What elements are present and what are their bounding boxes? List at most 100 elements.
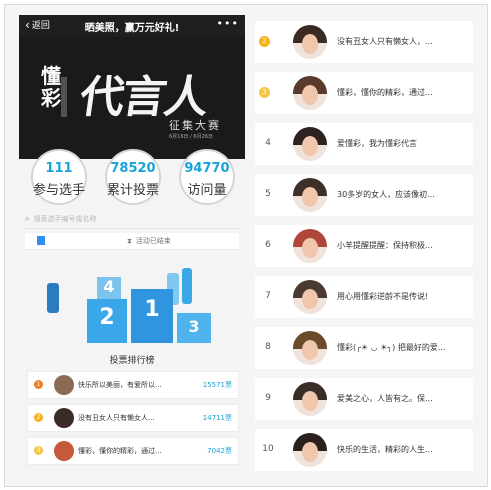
search-icon: ⌕ [25, 214, 30, 223]
rank-medal: 2 [34, 413, 43, 422]
banner-dates: 6月16日 / 6月26日 [169, 134, 213, 140]
podium-block-4: 4 [97, 277, 121, 299]
list-tab-icon[interactable] [37, 236, 45, 245]
podium-number: 3 [188, 317, 200, 336]
stat-total-votes: 78520 累计投票 [103, 149, 163, 205]
search-input[interactable]: ⌕ 搜索选手编号或名称 [25, 210, 239, 229]
vote-count: 7042票 [207, 447, 232, 455]
entry-text: 懂彩，懂你的精彩，通过... [78, 447, 162, 455]
figure-left [47, 283, 59, 313]
avatar-face [302, 442, 318, 462]
banner-headline: 代言人 [76, 72, 210, 123]
list-item[interactable]: 1 快乐所以美丽，有爱所以... 15571票 [27, 371, 239, 399]
entry-text: 快乐的生活，精彩的人生... [337, 445, 433, 454]
tab-bar: ⧗ 活动已结束 [25, 233, 239, 250]
list-item[interactable]: 2 没有丑女人只有懒女人... 14711票 [27, 404, 239, 432]
avatar [293, 127, 327, 161]
entry-text: 用心用懂彩逆龄不是传说! [337, 292, 429, 301]
stat-label: 累计投票 [106, 183, 159, 198]
entry-text: 爱美之心，人皆有之。保... [337, 394, 433, 403]
rank-number: 8 [265, 342, 271, 352]
rank-medal: 3 [34, 446, 43, 455]
avatar-face [302, 187, 318, 207]
stat-value: 78520 [110, 161, 156, 176]
rank-number: 4 [265, 138, 271, 148]
list-item[interactable]: 8 懂彩(╭☀ ◡ ☀╮) 把最好的爱... [255, 327, 473, 369]
rank-medal: 1 [34, 380, 43, 389]
avatar [293, 25, 327, 59]
avatar [293, 76, 327, 110]
more-icon[interactable]: ••• [217, 17, 239, 30]
list-item[interactable]: 9 爱美之心，人皆有之。保... [255, 378, 473, 420]
list-item[interactable]: 10 快乐的生活，精彩的人生... [255, 429, 473, 471]
left-phone-screen: ‹ 返回 晒美照，赢万元好礼! ••• 懂彩 代言人 征集大赛 6月16日 / … [19, 15, 245, 485]
rank-number: 6 [265, 240, 271, 250]
podium-number: 2 [99, 305, 115, 330]
entry-text: 快乐所以美丽，有爱所以... [78, 381, 162, 389]
list-item[interactable]: 5 30多岁的女人，应该像初... [255, 174, 473, 216]
list-item[interactable]: 6 小羊提醒提醒：保持积极... [255, 225, 473, 267]
stat-label: 参与选手 [32, 183, 85, 198]
vote-count: 15571票 [202, 381, 232, 389]
vote-count: 14711票 [202, 414, 232, 422]
entry-text: 没有丑女人只有懒女人，... [337, 37, 433, 46]
avatar [54, 441, 74, 461]
avatar-face [302, 340, 318, 360]
list-item[interactable]: 3 懂彩，懂你的精彩，通过... 7042票 [27, 437, 239, 465]
hourglass-icon: ⧗ [127, 236, 132, 245]
avatar-face [302, 238, 318, 258]
avatar [293, 331, 327, 365]
tab-ended-label: 活动已结束 [135, 237, 171, 245]
page-title: 晒美照，赢万元好礼! [84, 23, 180, 34]
avatar-face [302, 391, 318, 411]
avatar-face [302, 289, 318, 309]
tab-activity-ended[interactable]: ⧗ 活动已结束 [127, 236, 171, 246]
list-item[interactable]: 7 用心用懂彩逆龄不是传说! [255, 276, 473, 318]
entry-text: 30多岁的女人，应该像初... [337, 190, 435, 199]
banner-subtitle: 征集大赛 [169, 119, 221, 132]
podium-illustration: 4 2 1 3 [27, 263, 239, 347]
banner-brand: 懂彩 [41, 64, 61, 110]
rank-medal: 2 [259, 36, 270, 47]
avatar [293, 178, 327, 212]
stat-label: 访问量 [187, 183, 227, 198]
podium-number: 1 [144, 297, 160, 322]
entry-text: 爱懂彩，我为懂彩代言 [337, 139, 417, 148]
podium-block-3: 3 [177, 313, 211, 343]
stat-visits: 94770 访问量 [177, 149, 237, 205]
avatar [293, 280, 327, 314]
avatar [54, 375, 74, 395]
rank-number: 5 [265, 189, 271, 199]
rank-number: 9 [265, 393, 271, 403]
entry-text: 懂彩，懂你的精彩，通过... [337, 88, 433, 97]
entry-text: 小羊提醒提醒：保持积极... [337, 241, 433, 250]
avatar-face [302, 136, 318, 156]
campaign-banner: 懂彩 代言人 征集大赛 6月16日 / 6月26日 [19, 37, 245, 159]
podium-number: 4 [103, 277, 115, 296]
list-item[interactable]: 3 懂彩，懂你的精彩，通过... [255, 72, 473, 114]
stat-value: 94770 [184, 161, 230, 176]
avatar [293, 433, 327, 467]
avatar [293, 229, 327, 263]
entry-text: 没有丑女人只有懒女人... [78, 414, 155, 422]
search-placeholder: 搜索选手编号或名称 [33, 215, 97, 223]
entry-text: 懂彩(╭☀ ◡ ☀╮) 把最好的爱... [337, 343, 446, 352]
avatar [293, 382, 327, 416]
list-item[interactable]: 2 没有丑女人只有懒女人，... [255, 21, 473, 63]
nav-bar: ‹ 返回 晒美照，赢万元好礼! ••• [19, 15, 245, 37]
avatar-face [302, 85, 318, 105]
podium-block-1: 1 [131, 289, 173, 343]
rank-medal: 3 [259, 87, 270, 98]
stat-participants: 111 参与选手 [29, 149, 89, 205]
stat-value: 111 [45, 161, 73, 176]
avatar [54, 408, 74, 428]
rank-number: 10 [262, 444, 274, 454]
ranking-title: 投票排行榜 [109, 356, 155, 366]
figure-right-2 [182, 268, 192, 304]
podium-block-2: 2 [87, 299, 127, 343]
avatar-face [302, 34, 318, 54]
stats-row: 111 参与选手 78520 累计投票 94770 访问量 [19, 149, 245, 211]
screenshot-frame: ‹ 返回 晒美照，赢万元好礼! ••• 懂彩 代言人 征集大赛 6月16日 / … [4, 4, 488, 487]
rank-number: 7 [265, 291, 271, 301]
list-item[interactable]: 4 爱懂彩，我为懂彩代言 [255, 123, 473, 165]
